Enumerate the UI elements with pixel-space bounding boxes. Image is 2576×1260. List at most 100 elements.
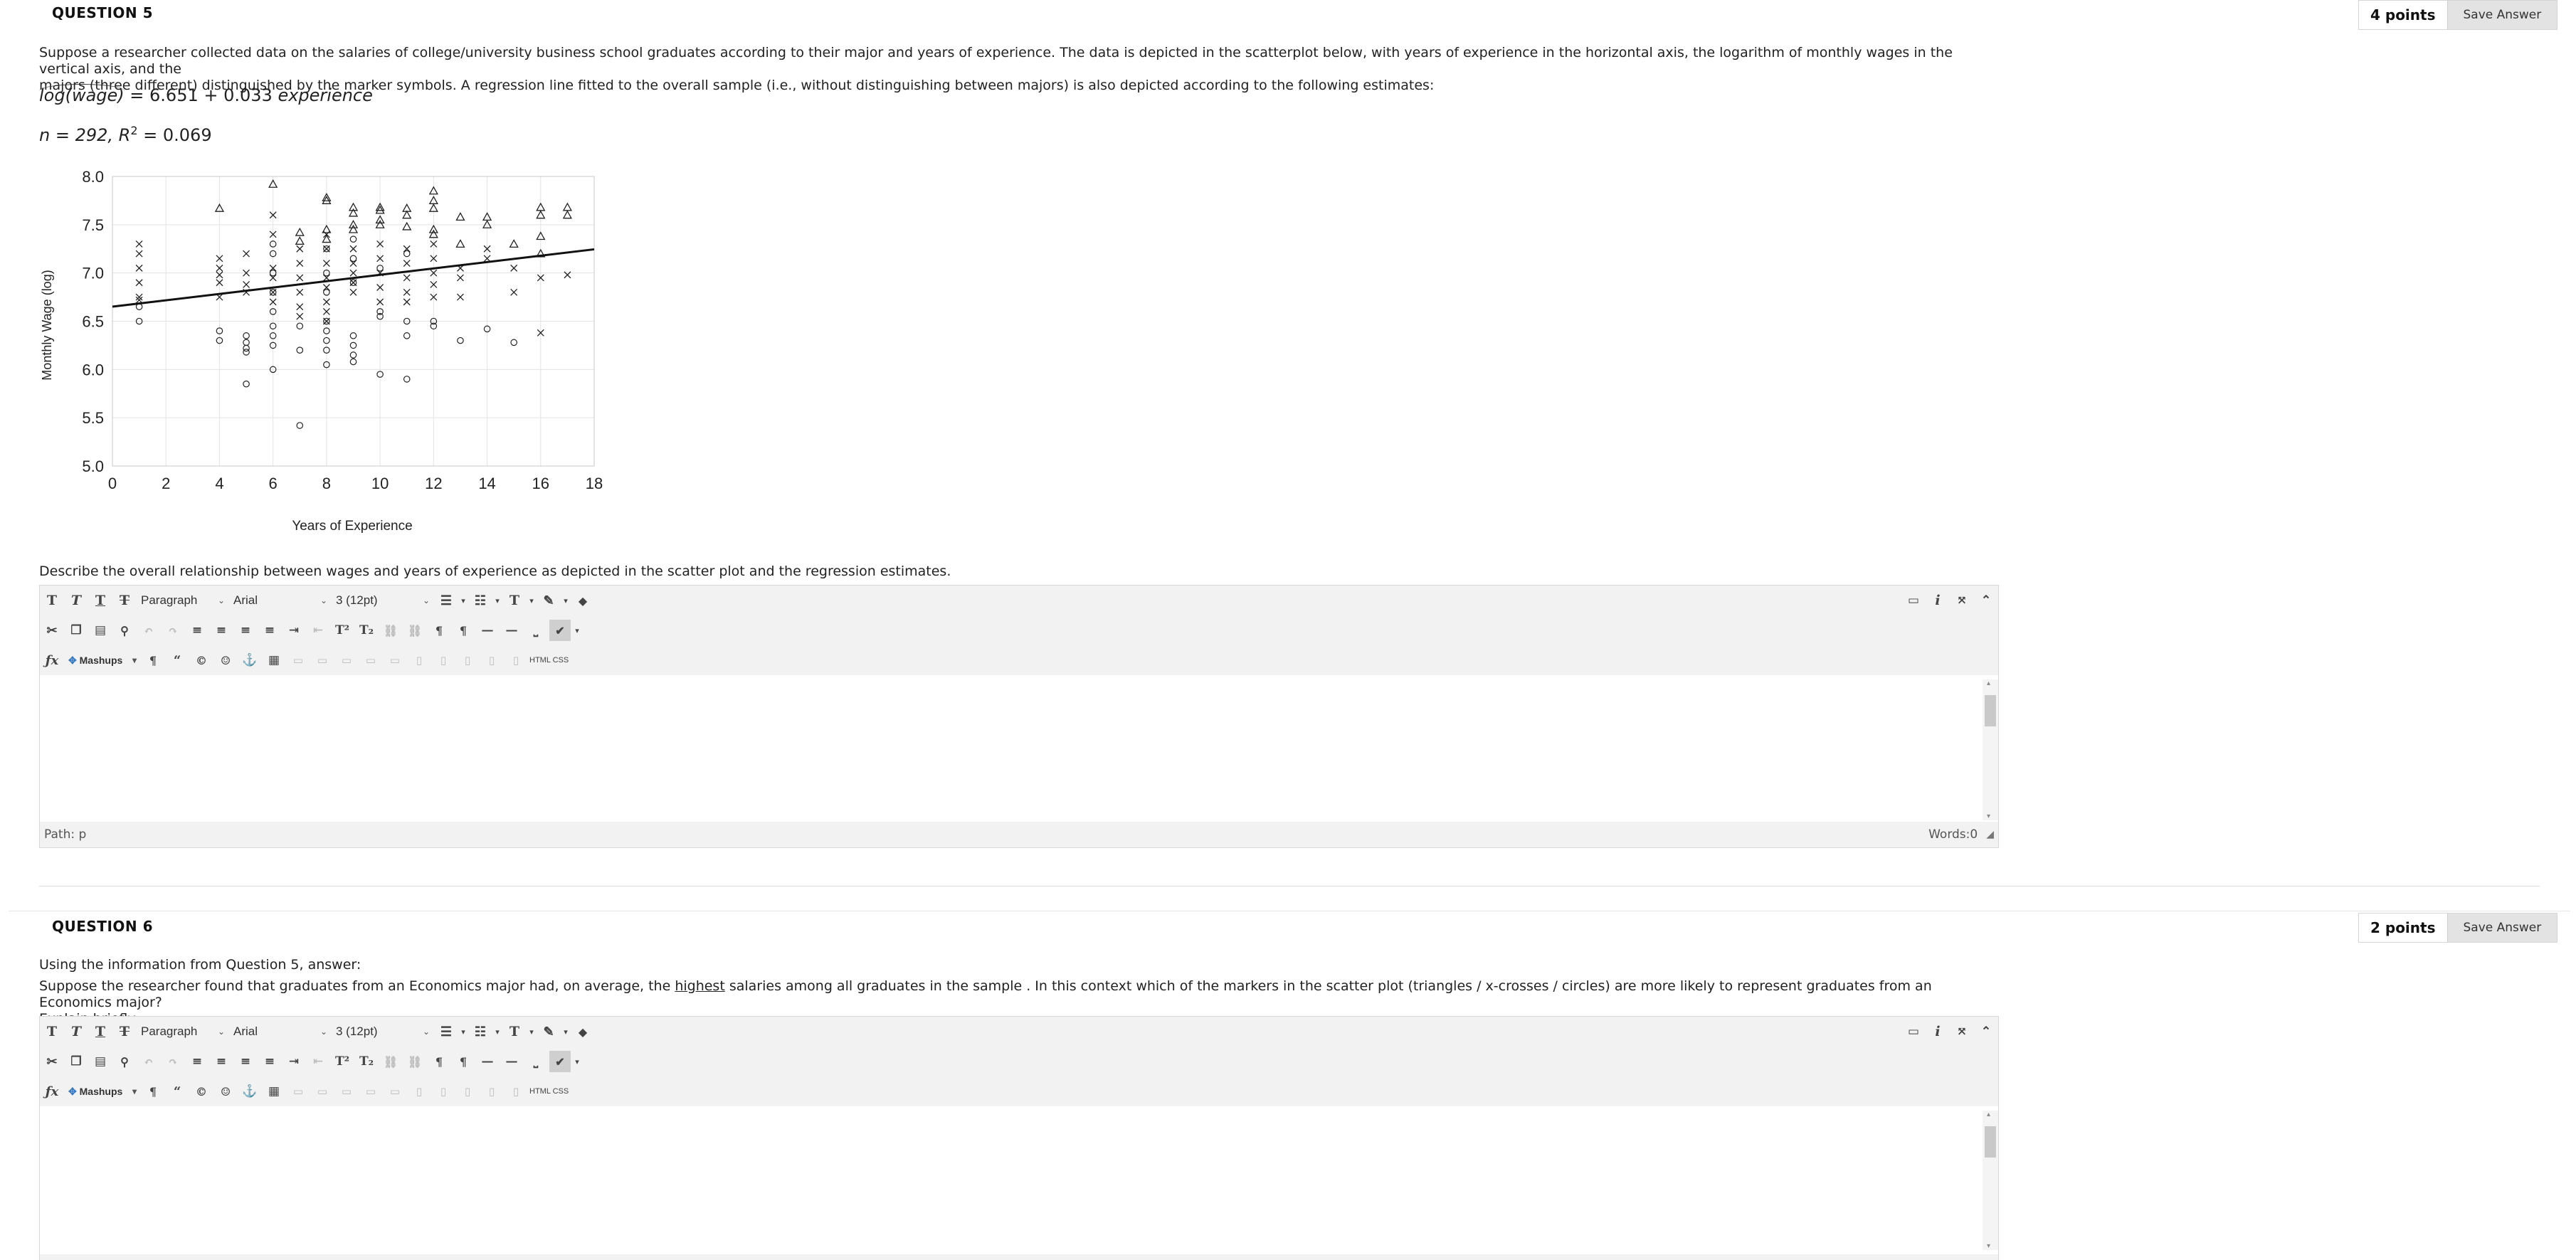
collapse-icon[interactable]: ⌃	[1975, 590, 1997, 611]
fullscreen-icon[interactable]: ⤧	[1951, 590, 1973, 611]
undo-icon[interactable]: ↶	[138, 620, 159, 641]
find-icon[interactable]: ⚲	[114, 620, 135, 641]
preview-icon[interactable]: ▭	[1903, 590, 1924, 611]
paste-icon[interactable]: ▤	[90, 620, 111, 641]
eraser-icon[interactable]: ◆	[572, 1021, 593, 1042]
text-color-icon[interactable]: T	[504, 1021, 525, 1042]
superscript-icon[interactable]: T²	[332, 1051, 353, 1072]
italic-icon[interactable]: T	[65, 1021, 87, 1042]
table-cell-props-icon[interactable]: ▭	[312, 650, 333, 671]
paste-icon[interactable]: ▤	[90, 1051, 111, 1072]
chevron-down-icon[interactable]: ▾	[460, 1021, 467, 1042]
scroll-down-icon[interactable]: ▾	[1987, 1242, 1990, 1250]
pilcrow-icon[interactable]: ¶	[142, 1081, 164, 1102]
merge-cells-icon[interactable]: ▯	[505, 1081, 527, 1102]
unlink-icon[interactable]: ⛓	[404, 1051, 426, 1072]
size-select[interactable]: 3 (12pt) ⌄	[332, 591, 434, 610]
fullscreen-icon[interactable]: ⤧	[1951, 1021, 1973, 1042]
collapse-icon[interactable]: ⌃	[1975, 1021, 1997, 1042]
superscript-icon[interactable]: T²	[332, 620, 353, 641]
table-row-props-icon[interactable]: ▭	[287, 1081, 309, 1102]
table-icon[interactable]: ▦	[263, 1081, 285, 1102]
merge-cells-icon[interactable]: ▯	[505, 650, 527, 671]
emoticon-icon[interactable]: ☺	[215, 1081, 236, 1102]
info-icon[interactable]: i	[1927, 1021, 1948, 1042]
numbered-list-icon[interactable]: ☷	[470, 1021, 491, 1042]
split-cells-icon[interactable]: ▯	[481, 650, 502, 671]
justify-icon[interactable]: ≡	[259, 620, 280, 641]
numbered-list-icon[interactable]: ☷	[470, 590, 491, 611]
math-formula-icon[interactable]: ƒx	[41, 650, 63, 671]
insert-row-after-icon[interactable]: ▭	[360, 650, 381, 671]
insert-col-after-icon[interactable]: ▯	[433, 650, 454, 671]
info-icon[interactable]: i	[1927, 590, 1948, 611]
redo-icon[interactable]: ↷	[162, 620, 184, 641]
quote-icon[interactable]: “	[167, 650, 188, 671]
question-5-answer-textarea[interactable]	[40, 679, 1983, 820]
question-6-save-button[interactable]: Save Answer	[2446, 914, 2557, 942]
paragraph-select[interactable]: Paragraph ⌄	[137, 1022, 229, 1042]
bullet-list-icon[interactable]: ☰	[436, 1021, 457, 1042]
editor-scrollbar[interactable]: ▴ ▾	[1983, 1111, 1998, 1250]
unlink-icon[interactable]: ⛓	[404, 620, 426, 641]
delete-row-icon[interactable]: ▭	[384, 1081, 406, 1102]
chevron-down-icon[interactable]: ▾	[494, 590, 501, 611]
insert-col-after-icon[interactable]: ▯	[433, 1081, 454, 1102]
bold-icon[interactable]: T	[41, 590, 63, 611]
table-icon[interactable]: ▦	[263, 650, 285, 671]
nonbreaking-space-icon[interactable]: ⎵	[525, 1051, 547, 1072]
italic-icon[interactable]: T	[65, 590, 87, 611]
copy-icon[interactable]: ❐	[65, 1051, 87, 1072]
highlight-icon[interactable]: ✎	[538, 590, 559, 611]
anchor-icon[interactable]: ⚓	[239, 650, 260, 671]
spellcheck-icon[interactable]: ✔	[549, 1051, 571, 1072]
strikethrough-icon[interactable]: T	[114, 590, 135, 611]
table-row-props-icon[interactable]: ▭	[287, 650, 309, 671]
justify-icon[interactable]: ≡	[259, 1051, 280, 1072]
delete-col-icon[interactable]: ▯	[457, 650, 478, 671]
align-center-icon[interactable]: ≡	[211, 620, 232, 641]
insert-row-before-icon[interactable]: ▭	[336, 1081, 357, 1102]
subscript-icon[interactable]: T₂	[356, 1051, 377, 1072]
link-icon[interactable]: ⛓	[380, 1051, 401, 1072]
bullet-list-icon[interactable]: ☰	[436, 590, 457, 611]
ltr-icon[interactable]: ¶	[428, 1051, 450, 1072]
delete-row-icon[interactable]: ▭	[384, 650, 406, 671]
horizontal-rule-icon[interactable]: —	[477, 1051, 498, 1072]
font-select[interactable]: Arial ⌄	[229, 591, 332, 610]
quote-icon[interactable]: “	[167, 1081, 188, 1102]
scrollbar-thumb[interactable]	[1985, 1126, 1996, 1158]
link-icon[interactable]: ⛓	[380, 620, 401, 641]
copyright-icon[interactable]: ©	[191, 1081, 212, 1102]
scroll-down-icon[interactable]: ▾	[1987, 812, 1990, 820]
insert-row-after-icon[interactable]: ▭	[360, 1081, 381, 1102]
bold-icon[interactable]: T	[41, 1021, 63, 1042]
strikethrough-icon[interactable]: T	[114, 1021, 135, 1042]
redo-icon[interactable]: ↷	[162, 1051, 184, 1072]
pilcrow-icon[interactable]: ¶	[142, 650, 164, 671]
insert-row-before-icon[interactable]: ▭	[336, 650, 357, 671]
mashups-select[interactable]: ✥ Mashups ▾	[64, 650, 141, 670]
delete-col-icon[interactable]: ▯	[457, 1081, 478, 1102]
indent-icon[interactable]: ⇥	[283, 620, 305, 641]
align-left-icon[interactable]: ≡	[186, 1051, 208, 1072]
spellcheck-icon[interactable]: ✔	[549, 620, 571, 641]
cut-icon[interactable]: ✂	[41, 1051, 63, 1072]
copy-icon[interactable]: ❐	[65, 620, 87, 641]
align-right-icon[interactable]: ≡	[235, 620, 256, 641]
subscript-icon[interactable]: T₂	[356, 620, 377, 641]
underline-icon[interactable]: T	[90, 590, 111, 611]
scrollbar-thumb[interactable]	[1985, 695, 1996, 726]
font-select[interactable]: Arial ⌄	[229, 1022, 332, 1042]
highlight-icon[interactable]: ✎	[538, 1021, 559, 1042]
editor-scrollbar[interactable]: ▴ ▾	[1983, 679, 1998, 820]
emoticon-icon[interactable]: ☺	[215, 650, 236, 671]
chevron-down-icon[interactable]: ▾	[528, 1021, 535, 1042]
align-right-icon[interactable]: ≡	[235, 1051, 256, 1072]
insert-col-before-icon[interactable]: ▯	[408, 1081, 430, 1102]
indent-icon[interactable]: ⇥	[283, 1051, 305, 1072]
horizontal-rule-icon[interactable]: —	[477, 620, 498, 641]
chevron-down-icon[interactable]: ▾	[460, 590, 467, 611]
resize-handle-icon[interactable]: ◢	[1986, 829, 1994, 840]
question-6-answer-textarea[interactable]	[40, 1111, 1983, 1260]
